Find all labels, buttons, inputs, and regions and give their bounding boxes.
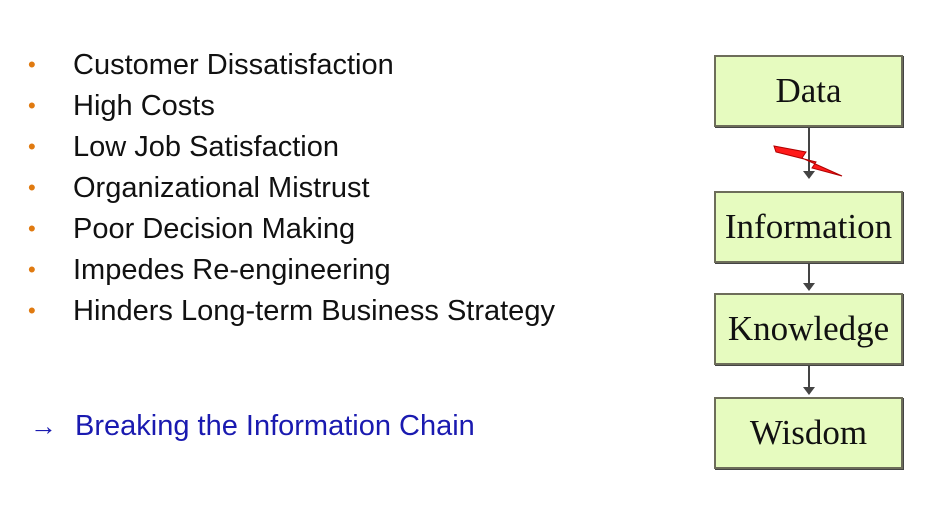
arrowhead-icon — [803, 283, 815, 291]
bullet-icon: • — [28, 134, 36, 159]
list-item: • Hinders Long-term Business Strategy — [28, 294, 568, 328]
chain-node-information: Information — [714, 191, 903, 263]
right-arrow-icon: → — [30, 411, 57, 441]
list-item-text: Impedes Re-engineering — [73, 254, 391, 286]
list-item: • Poor Decision Making — [28, 212, 568, 246]
list-item-text: Organizational Mistrust — [73, 172, 370, 204]
bullet-icon: • — [28, 175, 36, 200]
bullet-icon: • — [28, 298, 36, 323]
list-item: • Impedes Re-engineering — [28, 253, 568, 287]
chain-connector — [808, 365, 810, 387]
list-item: • Organizational Mistrust — [28, 171, 568, 205]
bullet-icon: • — [28, 257, 36, 282]
chain-node-label: Knowledge — [727, 309, 890, 348]
arrowhead-icon — [803, 387, 815, 395]
bullet-icon: • — [28, 216, 36, 241]
chain-connector — [808, 263, 810, 283]
list-item-text: Low Job Satisfaction — [73, 131, 339, 163]
callout-text: Breaking the Information Chain — [75, 410, 475, 442]
list-item-text: Hinders Long-term Business Strategy — [73, 295, 555, 327]
chain-node-wisdom: Wisdom — [714, 397, 903, 469]
chain-node-data: Data — [714, 55, 903, 127]
lightning-bolt-icon — [773, 145, 843, 177]
list-item: • Customer Dissatisfaction — [28, 48, 568, 82]
bullet-icon: • — [28, 52, 36, 77]
bullet-list: • Customer Dissatisfaction • High Costs … — [28, 48, 568, 335]
list-item: • High Costs — [28, 89, 568, 123]
chain-node-label: Information — [724, 207, 893, 246]
chain-node-knowledge: Knowledge — [714, 293, 903, 365]
callout: → Breaking the Information Chain — [30, 408, 475, 444]
list-item-text: Poor Decision Making — [73, 213, 356, 245]
chain-node-label: Data — [775, 71, 842, 110]
bullet-icon: • — [28, 93, 36, 118]
chain-node-label: Wisdom — [749, 413, 868, 452]
list-item: • Low Job Satisfaction — [28, 130, 568, 164]
list-item-text: Customer Dissatisfaction — [73, 49, 394, 81]
list-item-text: High Costs — [73, 90, 215, 122]
